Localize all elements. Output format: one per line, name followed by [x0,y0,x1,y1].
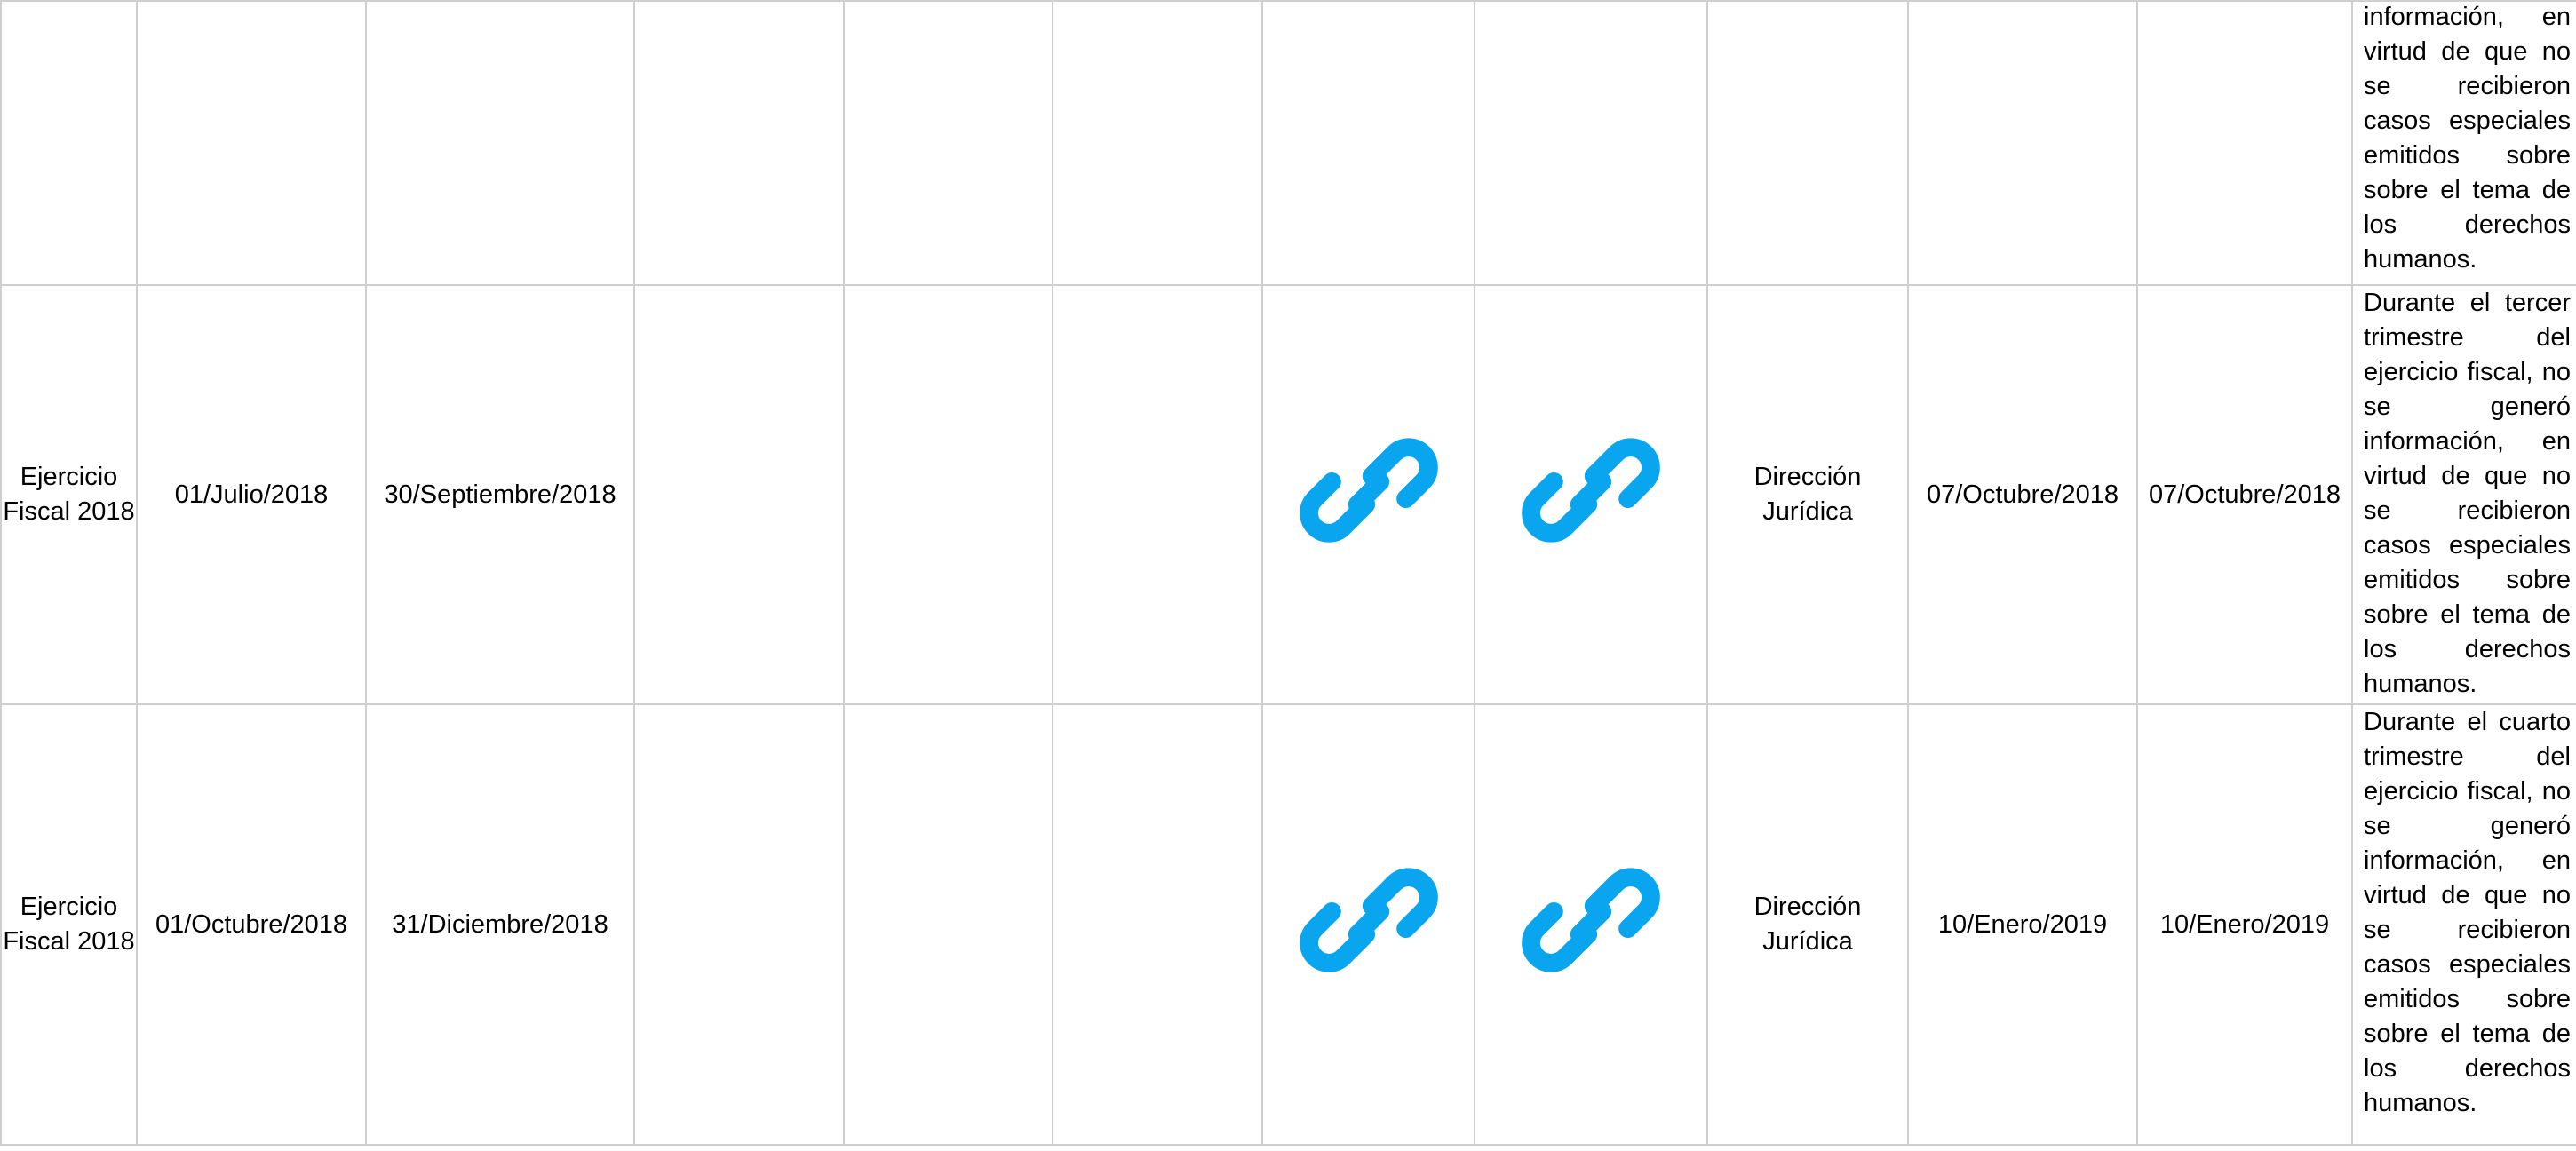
empty-cell [843,703,1053,1146]
transparency-table: información, en virtud de que no se reci… [0,0,2576,1146]
link-icon[interactable] [1298,419,1440,561]
hipervinculo-cell [1261,703,1475,1146]
periodo-cell [0,0,138,286]
fecha-validacion-cell [1907,0,2138,286]
empty-cell [633,0,845,286]
fecha-termino-cell: 30/Septiembre/2018 [365,284,635,705]
fecha-inicio-cell: 01/Octubre/2018 [136,703,367,1146]
fecha-inicio-cell: 01/Julio/2018 [136,284,367,705]
hipervinculo-cell [1474,703,1708,1146]
fecha-inicio-text: 01/Julio/2018 [174,480,329,509]
fecha-termino-text: 30/Septiembre/2018 [384,480,616,509]
fecha-validacion-text: 10/Enero/2019 [1937,909,2108,939]
fecha-actualizacion-cell [2136,0,2353,286]
hipervinculo-cell [1261,284,1475,705]
fecha-termino-text: 31/Diciembre/2018 [392,909,608,939]
hipervinculo-cell [1474,284,1708,705]
periodo-cell: Ejercicio Fiscal 2018 [0,284,138,705]
table-row: información, en virtud de que no se reci… [0,0,2576,286]
nota-cell: información, en virtud de que no se reci… [2351,0,2576,286]
table-row: Ejercicio Fiscal 2018 01/Julio/2018 30/S… [0,284,2576,705]
nota-text: información, en virtud de que no se reci… [2364,3,2571,274]
nota-text: Durante el cuarto trimestre del ejercici… [2364,708,2571,1117]
empty-cell [843,0,1053,286]
link-icon[interactable] [1298,849,1440,991]
fecha-actualizacion-cell: 07/Octubre/2018 [2136,284,2353,705]
fecha-termino-cell [365,0,635,286]
area-cell: Dirección Jurídica [1706,284,1909,705]
area-cell [1706,0,1909,286]
nota-cell: Durante el cuarto trimestre del ejercici… [2351,703,2576,1146]
fecha-validacion-cell: 07/Octubre/2018 [1907,284,2138,705]
link-icon[interactable] [1520,849,1662,991]
link-icon[interactable] [1520,419,1662,561]
hipervinculo-cell [1474,0,1708,286]
fecha-actualizacion-text: 07/Octubre/2018 [2148,480,2341,509]
fecha-actualizacion-text: 10/Enero/2019 [2159,909,2330,939]
area-text: Dirección Jurídica [1753,463,1862,526]
empty-cell [843,284,1053,705]
hipervinculo-cell [1261,0,1475,286]
empty-cell [1052,703,1263,1146]
fecha-actualizacion-cell: 10/Enero/2019 [2136,703,2353,1146]
empty-cell [633,284,845,705]
nota-text: Durante el tercer trimestre del ejercici… [2364,289,2571,698]
area-cell: Dirección Jurídica [1706,703,1909,1146]
nota-cell: Durante el tercer trimestre del ejercici… [2351,284,2576,705]
table-row: Ejercicio Fiscal 2018 01/Octubre/2018 31… [0,703,2576,1146]
fecha-inicio-text: 01/Octubre/2018 [155,909,348,939]
fecha-termino-cell: 31/Diciembre/2018 [365,703,635,1146]
fecha-validacion-text: 07/Octubre/2018 [1926,480,2119,509]
empty-cell [1052,0,1263,286]
empty-cell [633,703,845,1146]
periodo-text: Ejercicio Fiscal 2018 [3,463,135,526]
periodo-text: Ejercicio Fiscal 2018 [3,893,135,956]
fecha-validacion-cell: 10/Enero/2019 [1907,703,2138,1146]
area-text: Dirección Jurídica [1753,893,1862,956]
fecha-inicio-cell [136,0,367,286]
empty-cell [1052,284,1263,705]
periodo-cell: Ejercicio Fiscal 2018 [0,703,138,1146]
